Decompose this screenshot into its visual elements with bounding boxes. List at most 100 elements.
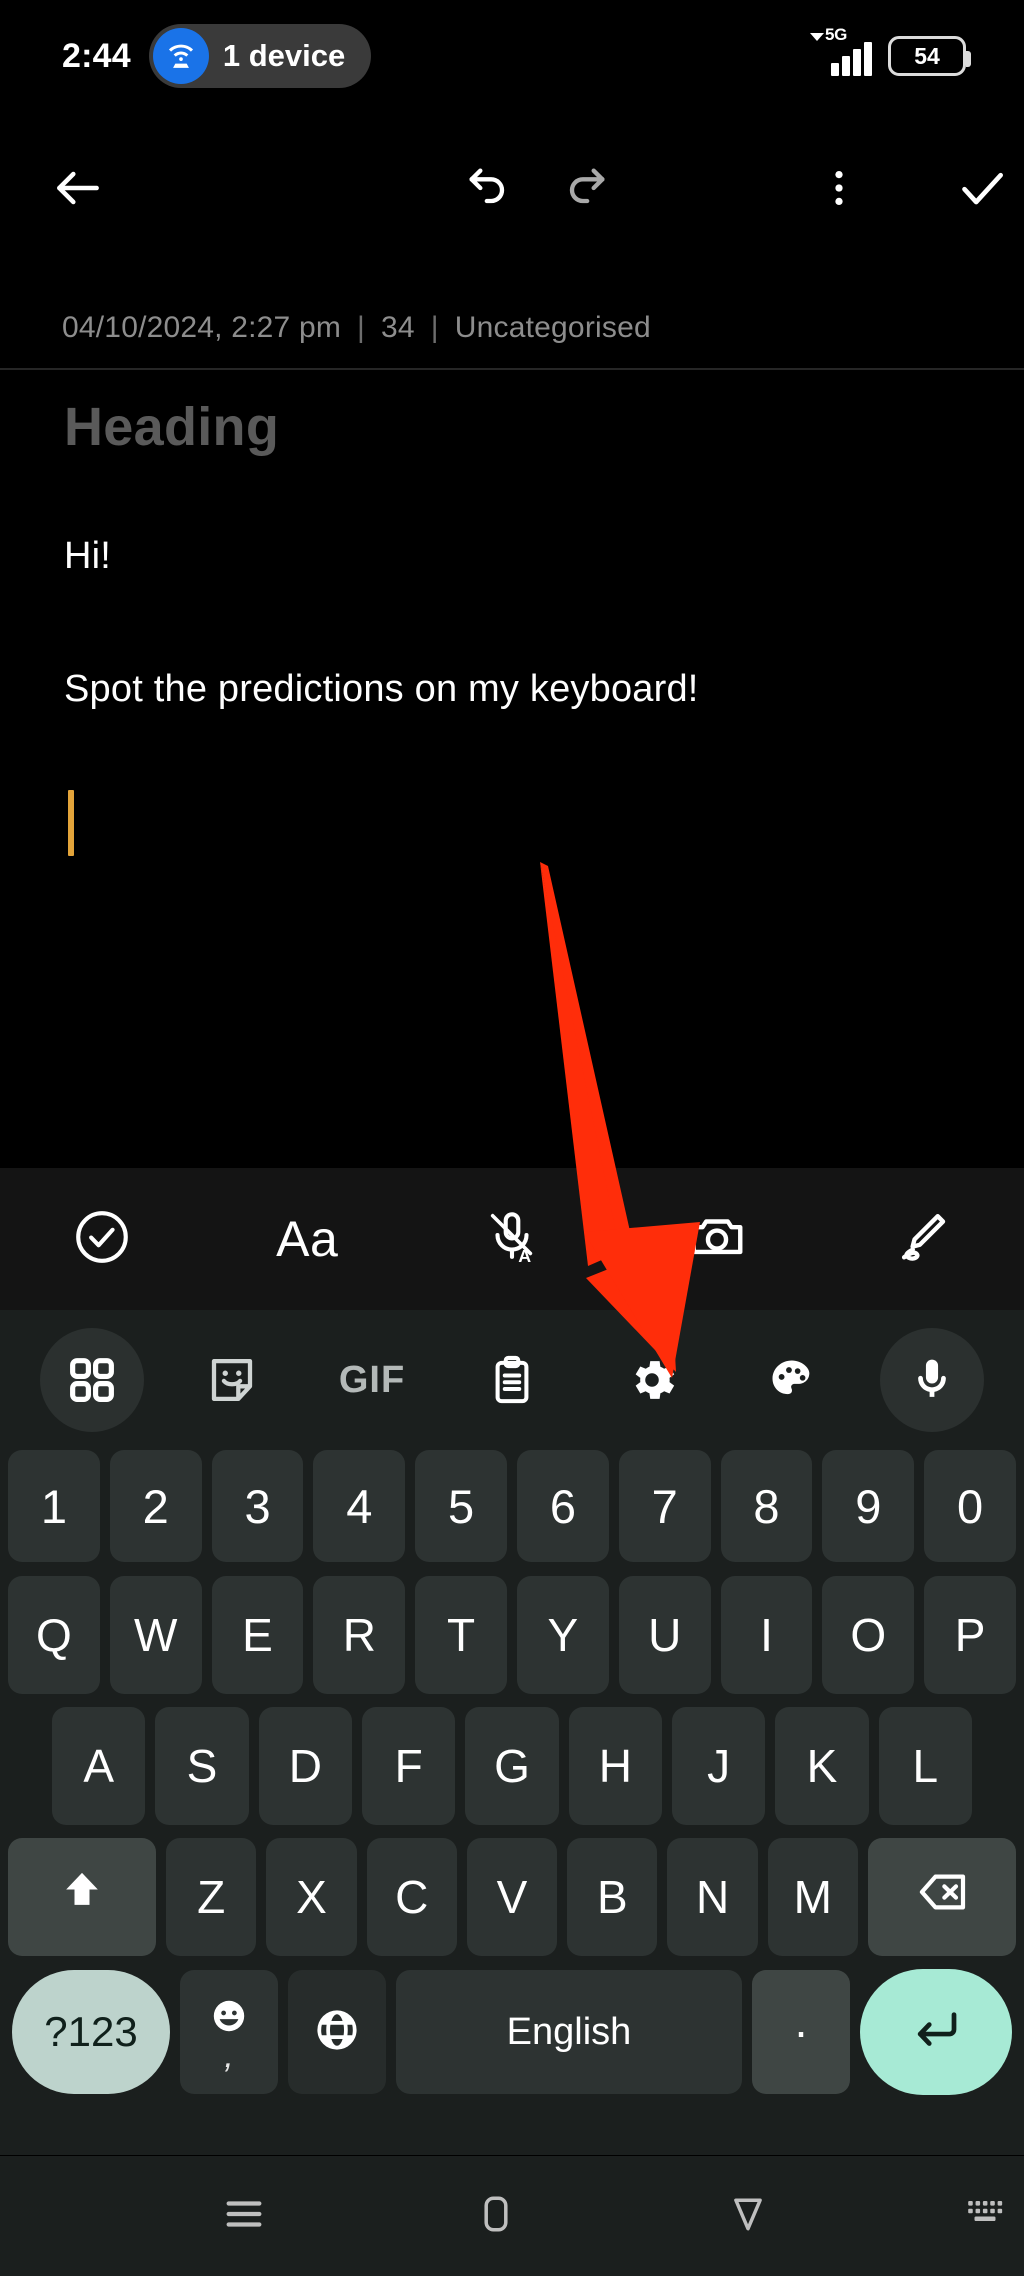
key-p[interactable]: P — [924, 1576, 1016, 1694]
keyboard-toolbar: GIF — [0, 1310, 1024, 1450]
key-k[interactable]: K — [775, 1707, 869, 1825]
key-l[interactable]: L — [878, 1707, 972, 1825]
sticker-button[interactable] — [162, 1325, 302, 1435]
key-a[interactable]: A — [52, 1707, 146, 1825]
key-9[interactable]: 9 — [822, 1450, 915, 1562]
symbols-key[interactable]: ?123 — [12, 1970, 170, 2094]
checklist-button[interactable] — [0, 1168, 205, 1310]
key-y[interactable]: Y — [517, 1576, 609, 1694]
key-x[interactable]: X — [266, 1838, 357, 1956]
key-4[interactable]: 4 — [313, 1450, 406, 1562]
enter-return-icon — [909, 2003, 963, 2062]
key-f[interactable]: F — [362, 1707, 456, 1825]
meta-separator-2: | — [430, 311, 439, 344]
gif-button[interactable]: GIF — [302, 1325, 442, 1435]
draw-button[interactable] — [819, 1168, 1024, 1310]
gif-icon: GIF — [320, 1328, 424, 1432]
status-bar-right: 5G 54 — [810, 26, 1024, 76]
status-bar-left: 2:44 1 device — [0, 24, 372, 88]
gif-label: GIF — [338, 1358, 406, 1401]
key-v[interactable]: V — [466, 1838, 558, 1956]
key-t[interactable]: T — [415, 1576, 507, 1694]
signal-bars-icon: 5G — [810, 26, 872, 76]
note-title-input[interactable]: Heading — [64, 394, 966, 462]
key-0[interactable]: 0 — [924, 1450, 1016, 1562]
space-key[interactable]: English — [396, 1970, 742, 2094]
key-m[interactable]: M — [767, 1838, 858, 1956]
key-7[interactable]: 7 — [618, 1450, 711, 1562]
microphone-icon — [880, 1328, 984, 1432]
key-s[interactable]: S — [155, 1707, 249, 1825]
overflow-menu-icon — [816, 165, 862, 216]
home-button[interactable] — [457, 2161, 534, 2271]
nav-back-button[interactable] — [710, 2161, 787, 2271]
key-5[interactable]: 5 — [415, 1450, 507, 1562]
back-button[interactable] — [36, 142, 120, 238]
apps-grid-button[interactable] — [22, 1325, 162, 1435]
comma-label: , — [224, 2037, 234, 2076]
wifi-hotspot-icon — [152, 28, 209, 84]
language-switch-key[interactable] — [288, 1970, 386, 2094]
backspace-icon — [914, 1864, 970, 1931]
key-b[interactable]: B — [567, 1838, 658, 1956]
note-timestamp: 04/10/2024, 2:27 pm — [62, 311, 342, 344]
key-r[interactable]: R — [313, 1576, 406, 1694]
note-paragraph-2[interactable]: Spot the predictions on my keyboard! — [64, 665, 966, 714]
note-category[interactable]: Uncategorised — [455, 311, 651, 345]
key-8[interactable]: 8 — [720, 1450, 813, 1562]
hide-keyboard-icon — [964, 2193, 1006, 2240]
back-arrow-icon — [50, 160, 106, 221]
keyboard-row-bottom: Z X C V B N M — [8, 1838, 1016, 1956]
hide-keyboard-button[interactable] — [947, 2161, 1024, 2271]
battery-percent-label: 54 — [914, 42, 940, 69]
voice-typing-button[interactable] — [862, 1325, 1002, 1435]
enter-key[interactable] — [860, 1969, 1012, 2095]
text-caret — [68, 790, 74, 857]
backspace-key[interactable] — [867, 1838, 1016, 1956]
keyboard-row-top: Q W E R T Y U I O P — [8, 1576, 1016, 1694]
key-d[interactable]: D — [258, 1707, 352, 1825]
hotspot-status-pill[interactable]: 1 device — [148, 24, 372, 88]
key-6[interactable]: 6 — [517, 1450, 609, 1562]
battery-icon: 54 — [888, 36, 971, 76]
key-w[interactable]: W — [109, 1576, 202, 1694]
key-q[interactable]: Q — [8, 1576, 100, 1694]
keyboard-settings-button[interactable] — [582, 1325, 722, 1435]
voice-input-icon: A — [483, 1208, 541, 1271]
camera-button[interactable] — [614, 1168, 819, 1310]
key-z[interactable]: Z — [166, 1838, 257, 1956]
key-u[interactable]: U — [618, 1576, 711, 1694]
period-key[interactable]: . — [752, 1970, 850, 2094]
key-3[interactable]: 3 — [211, 1450, 304, 1562]
status-bar-clock: 2:44 — [62, 36, 131, 75]
emoji-comma-key[interactable]: , — [180, 1970, 278, 2094]
voice-input-button[interactable]: A — [410, 1168, 615, 1310]
key-i[interactable]: I — [720, 1576, 813, 1694]
clipboard-icon — [460, 1328, 564, 1432]
overflow-menu-button[interactable] — [797, 142, 881, 238]
note-paragraph-1[interactable]: Hi! — [64, 532, 966, 581]
shift-key[interactable] — [8, 1838, 157, 1956]
key-g[interactable]: G — [465, 1707, 559, 1825]
home-icon — [475, 2193, 517, 2240]
key-2[interactable]: 2 — [109, 1450, 202, 1562]
key-1[interactable]: 1 — [8, 1450, 100, 1562]
theme-button[interactable] — [722, 1325, 862, 1435]
onscreen-keyboard: G I F 1 2 3 4 5 6 7 8 9 0 Q W E R T Y U I … — [0, 1310, 1024, 2155]
key-n[interactable]: N — [667, 1838, 758, 1956]
text-format-button[interactable]: Aa — [205, 1168, 410, 1310]
note-editor-toolbar — [0, 130, 1024, 250]
key-o[interactable]: O — [822, 1576, 915, 1694]
undo-button[interactable] — [448, 142, 532, 238]
key-h[interactable]: H — [568, 1707, 662, 1825]
note-body[interactable]: Heading Hi! Spot the predictions on my k… — [0, 370, 1024, 1170]
text-format-icon: Aa — [276, 1211, 339, 1267]
recents-button[interactable] — [205, 2161, 282, 2271]
save-note-button[interactable] — [940, 142, 1024, 238]
clipboard-button[interactable] — [442, 1325, 582, 1435]
key-j[interactable]: J — [671, 1707, 766, 1825]
redo-button[interactable] — [543, 142, 627, 238]
key-c[interactable]: C — [366, 1838, 457, 1956]
language-globe-icon — [313, 2006, 361, 2059]
key-e[interactable]: E — [211, 1576, 304, 1694]
